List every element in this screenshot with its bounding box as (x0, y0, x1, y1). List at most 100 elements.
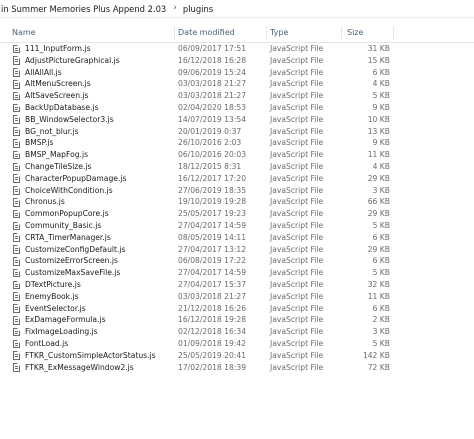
file-row[interactable]: FixImageLoading.js 02/12/2018 16:34 JavaSc… (0, 326, 474, 338)
javascript-file-icon (13, 280, 20, 290)
javascript-file-icon (13, 186, 20, 195)
chevron-right-icon[interactable]: › (173, 4, 177, 13)
file-row[interactable]: BackUpDatabase.js 02/04/2020 18:53 JavaScr… (0, 102, 474, 114)
column-divider[interactable] (174, 26, 175, 40)
file-row[interactable]: ExDamageFormula.js 16/12/2018 19:28 JavaSc… (0, 314, 474, 326)
file-name: AdjustPictureGraphical.js (25, 55, 120, 65)
breadcrumb: in Summer Memories Plus Append 2.03 › pl… (0, 0, 474, 18)
file-name: FixImageLoading.js (25, 327, 98, 337)
file-size: 5 KB (372, 91, 390, 101)
javascript-file-icon (13, 150, 20, 160)
file-date-modified: 17/02/2018 18:39 (178, 362, 247, 372)
file-row[interactable]: AllAllAll.js 09/06/2019 15:24 JavaScript F… (0, 67, 474, 79)
file-name: CustomizeErrorScreen.js (25, 256, 118, 266)
column-divider[interactable] (266, 26, 267, 40)
file-row[interactable]: 111_InputForm.js 06/09/2017 17:51 JavaScri… (0, 43, 474, 55)
file-row[interactable]: AltSaveScreen.js 03/03/2018 21:27 JavaScri… (0, 90, 474, 102)
file-type: JavaScript File (270, 315, 324, 325)
file-row[interactable]: AdjustPictureGraphical.js 16/12/2018 16:2… (0, 55, 474, 67)
column-header-date-modified[interactable]: Date modified (178, 24, 266, 42)
javascript-file-icon (13, 79, 20, 89)
file-type: JavaScript File (270, 67, 324, 77)
javascript-file-icon (13, 127, 20, 136)
file-date-modified: 27/04/2017 14:59 (178, 220, 247, 230)
file-size: 3 KB (372, 327, 390, 337)
file-name: EnemyBook.js (25, 291, 79, 301)
file-name: 111_InputForm.js (25, 44, 91, 53)
file-row[interactable]: Community_Basic.js 27/04/2017 14:59 JavaSc… (0, 220, 474, 232)
file-type: JavaScript File (270, 209, 324, 219)
javascript-file-icon (13, 56, 20, 65)
file-type: JavaScript File (270, 256, 324, 266)
file-type: JavaScript File (270, 220, 324, 230)
file-row[interactable]: CustomizeErrorScreen.js 06/08/2019 17:22 J… (0, 255, 474, 267)
column-header-name[interactable]: Name (12, 24, 172, 42)
file-size: 15 KB (367, 55, 390, 65)
file-row[interactable]: BB_WindowSelector3.js 14/07/2019 13:54 Jav… (0, 114, 474, 126)
file-size: 11 KB (367, 291, 390, 301)
file-name: FTKR_ExMessageWindow2.js (25, 362, 134, 372)
file-size: 13 KB (367, 126, 390, 136)
file-size: 3 KB (372, 185, 390, 195)
file-row[interactable]: CustomizeConfigDefault.js 27/04/2017 13:1… (0, 244, 474, 256)
file-name: BB_WindowSelector3.js (25, 114, 114, 124)
column-header-size[interactable]: Size (347, 24, 393, 42)
file-list: 111_InputForm.js 06/09/2017 17:51 JavaScri… (0, 43, 474, 373)
file-row[interactable]: ChoiceWithCondition.js 27/06/2019 18:35 Ja… (0, 185, 474, 197)
file-name: ExDamageFormula.js (25, 315, 106, 325)
file-size: 6 KB (372, 303, 390, 313)
breadcrumb-current-folder[interactable]: plugins (182, 4, 214, 14)
file-date-modified: 16/12/2018 19:28 (178, 315, 247, 325)
file-size: 6 KB (372, 232, 390, 242)
file-size: 10 KB (367, 114, 390, 124)
file-size: 5 KB (372, 220, 390, 230)
file-date-modified: 16/12/2018 16:28 (178, 55, 247, 65)
file-name: FTKR_CustomSimpleActorStatus.js (25, 350, 156, 360)
file-date-modified: 26/10/2016 2:03 (178, 138, 242, 148)
file-type: JavaScript File (270, 244, 324, 254)
file-name: CustomizeMaxSaveFile.js (25, 268, 121, 278)
file-row[interactable]: EnemyBook.js 03/03/2018 21:27 JavaScript F… (0, 291, 474, 303)
file-row[interactable]: EventSelector.js 21/12/2018 16:26 JavaScri… (0, 303, 474, 315)
file-row[interactable]: FontLoad.js 01/09/2018 19:42 JavaScript Fi… (0, 338, 474, 350)
file-row[interactable]: CharacterPopupDamage.js 16/12/2017 17:20 J… (0, 173, 474, 185)
file-date-modified: 06/10/2016 20:03 (178, 150, 247, 160)
file-type: JavaScript File (270, 91, 324, 101)
file-row[interactable]: BMSP.js 26/10/2016 2:03 JavaScript File 9 K… (0, 137, 474, 149)
file-row[interactable]: FTKR_CustomSimpleActorStatus.js 25/05/201… (0, 350, 474, 362)
javascript-file-icon (13, 268, 20, 278)
javascript-file-icon (13, 174, 20, 183)
column-header-type[interactable]: Type (270, 24, 340, 42)
file-name: EventSelector.js (25, 303, 86, 313)
file-size: 29 KB (367, 173, 390, 183)
file-type: JavaScript File (270, 197, 324, 207)
file-row[interactable]: BG_not_blur.js 20/01/2019 0:37 JavaScript … (0, 126, 474, 138)
file-row[interactable]: Chronus.js 19/10/2019 19:28 JavaScript Fil… (0, 196, 474, 208)
file-row[interactable]: CommonPopupCore.js 25/05/2017 19:23 JavaSc… (0, 208, 474, 220)
file-name: AltMenuScreen.js (25, 79, 91, 89)
file-row[interactable]: FTKR_ExMessageWindow2.js 17/02/2018 18:39… (0, 362, 474, 374)
file-row[interactable]: BMSP_MapFog.js 06/10/2016 20:03 JavaScript… (0, 149, 474, 161)
javascript-file-icon (13, 103, 20, 113)
file-date-modified: 02/04/2020 18:53 (178, 102, 247, 112)
file-row[interactable]: AltMenuScreen.js 03/03/2018 21:27 JavaScri… (0, 78, 474, 90)
file-type: JavaScript File (270, 114, 324, 124)
column-divider[interactable] (341, 26, 342, 40)
file-date-modified: 01/09/2018 19:42 (178, 338, 247, 348)
file-type: JavaScript File (270, 138, 324, 148)
file-row[interactable]: CRTA_TimerManager.js 08/05/2019 14:11 Java… (0, 232, 474, 244)
breadcrumb-parent-folder[interactable]: in Summer Memories Plus Append 2.03 (0, 4, 167, 14)
file-row[interactable]: CustomizeMaxSaveFile.js 27/04/2017 14:59 J… (0, 267, 474, 279)
file-date-modified: 06/09/2017 17:51 (178, 44, 247, 53)
column-divider[interactable] (393, 26, 394, 40)
file-row[interactable]: ChangeTileSize.js 18/12/2015 8:31 JavaScri… (0, 161, 474, 173)
file-type: JavaScript File (270, 291, 324, 301)
file-size: 6 KB (372, 256, 390, 266)
file-row[interactable]: DTextPicture.js 27/04/2017 15:37 JavaScrip… (0, 279, 474, 291)
file-name: CustomizeConfigDefault.js (25, 244, 126, 254)
file-date-modified: 27/04/2017 15:37 (178, 279, 247, 289)
file-name: AltSaveScreen.js (25, 91, 89, 101)
file-size: 29 KB (367, 244, 390, 254)
file-date-modified: 21/12/2018 16:26 (178, 303, 247, 313)
javascript-file-icon (13, 138, 20, 148)
